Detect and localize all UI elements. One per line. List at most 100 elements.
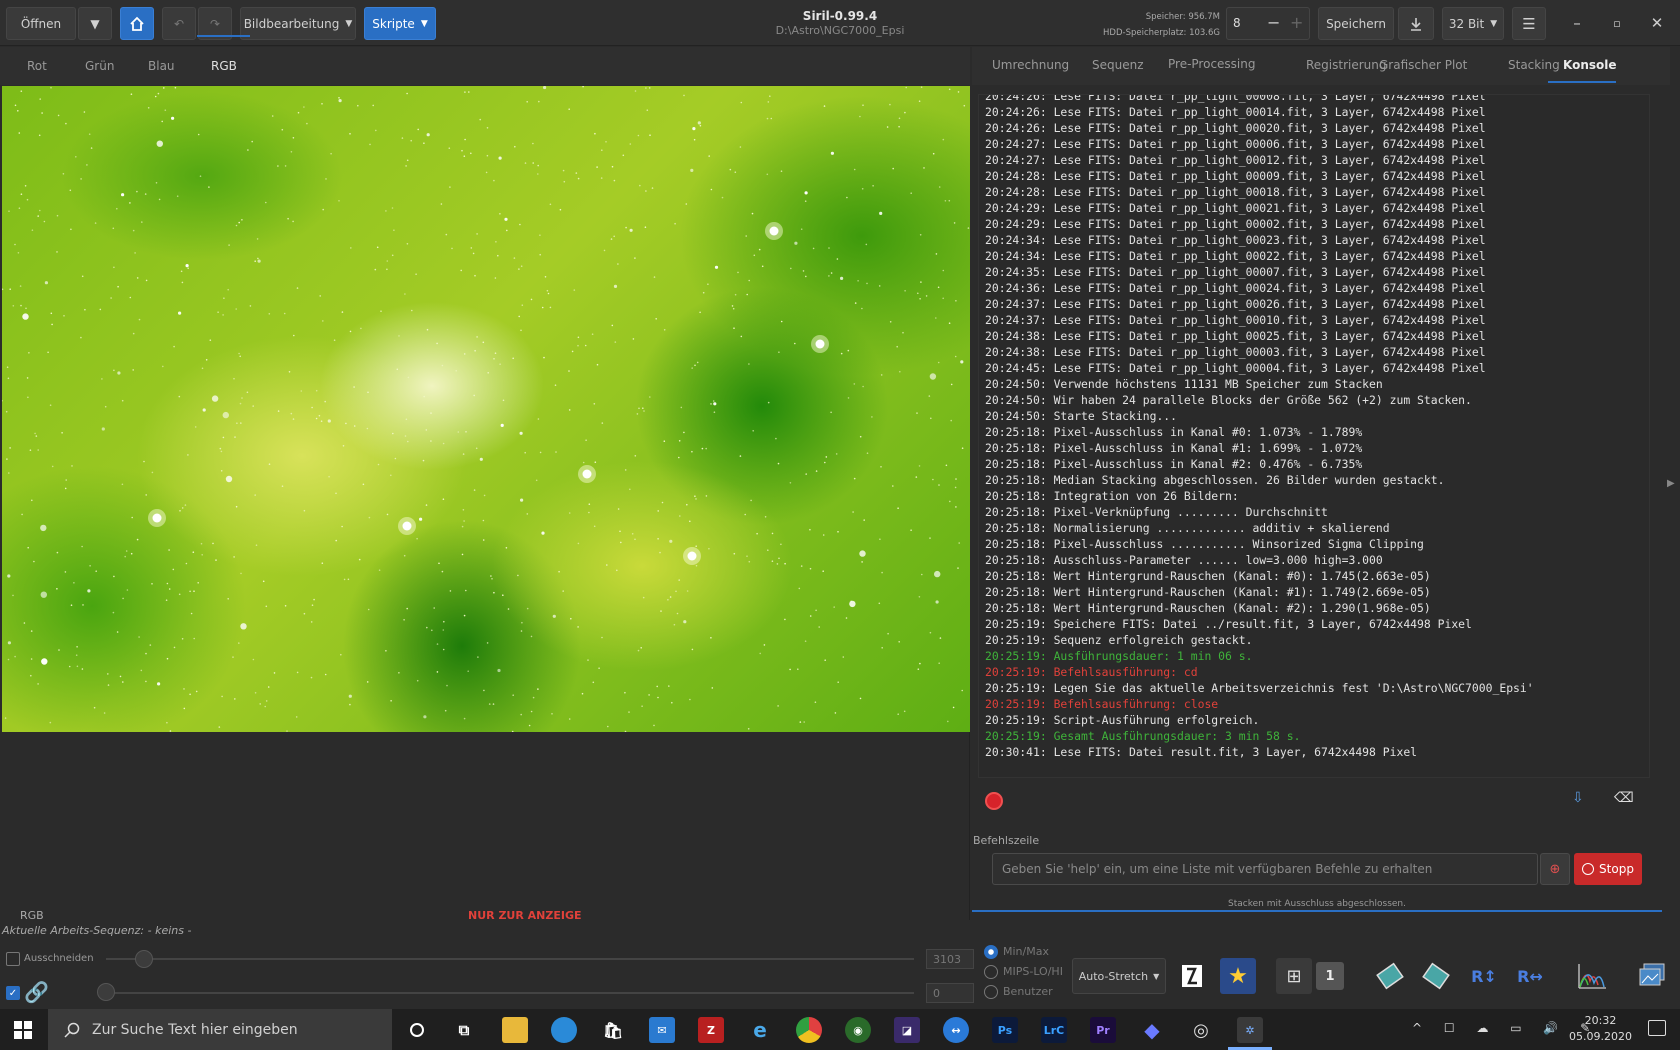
save-log-icon[interactable]: ⇩ bbox=[1572, 790, 1592, 810]
tab-stacking[interactable]: Stacking bbox=[1508, 58, 1560, 72]
store-icon[interactable]: 🛍 bbox=[600, 1017, 626, 1043]
crop-checkbox[interactable] bbox=[6, 952, 20, 966]
star bbox=[539, 451, 542, 454]
tab-blue[interactable]: Blau bbox=[148, 59, 175, 73]
minus-icon[interactable]: − bbox=[1267, 13, 1280, 32]
chevron-right-icon[interactable]: ▶ bbox=[1667, 478, 1675, 489]
tab-red[interactable]: Rot bbox=[27, 59, 47, 73]
plus-icon[interactable]: + bbox=[1290, 13, 1303, 32]
high-slider-handle[interactable] bbox=[135, 950, 153, 968]
link-checkbox[interactable]: ✓ bbox=[6, 986, 20, 1000]
low-slider-handle[interactable] bbox=[97, 983, 115, 1001]
low-value-field[interactable]: 0 bbox=[926, 983, 974, 1003]
taskbar-search[interactable]: Zur Suche Text hier eingeben bbox=[48, 1009, 392, 1050]
star bbox=[265, 700, 268, 702]
histogram-button[interactable] bbox=[1574, 958, 1610, 994]
clear-log-icon[interactable]: ⌫ bbox=[1614, 790, 1634, 810]
rotate-right-button[interactable] bbox=[1418, 958, 1454, 994]
task-view-icon[interactable]: ⧉ bbox=[451, 1017, 477, 1043]
tab-rgb[interactable]: RGB bbox=[211, 59, 237, 73]
start-button[interactable] bbox=[0, 1009, 46, 1050]
tab-preprocessing[interactable]: Pre-Processing bbox=[1168, 57, 1256, 71]
lightroom-icon[interactable]: LrC bbox=[1041, 1017, 1067, 1043]
undo-button[interactable]: ↶ bbox=[162, 7, 196, 40]
tab-console[interactable]: Konsole bbox=[1563, 58, 1617, 72]
save-button[interactable]: Speichern bbox=[1318, 7, 1394, 40]
radio-user[interactable] bbox=[984, 985, 998, 999]
console-log[interactable]: 20:24:26: Lese FITS: Datei r_pp_light_00… bbox=[978, 94, 1650, 778]
star bbox=[129, 296, 132, 299]
display-mode-select[interactable]: Auto-Stretch ▼ bbox=[1072, 958, 1166, 994]
siril-taskbar-icon[interactable]: ✲ bbox=[1237, 1017, 1263, 1043]
star bbox=[20, 304, 22, 307]
file-explorer-icon[interactable] bbox=[502, 1017, 528, 1043]
stop-button[interactable]: Stopp bbox=[1574, 853, 1642, 885]
star bbox=[938, 186, 941, 188]
home-button[interactable] bbox=[120, 7, 154, 40]
console-line: 20:25:19: Befehlsausführung: cd bbox=[985, 665, 1198, 679]
save-as-button[interactable] bbox=[1398, 7, 1434, 40]
mirror-x-button[interactable]: R↕ bbox=[1466, 958, 1502, 994]
zoom-fit-button[interactable]: ⊞ bbox=[1276, 958, 1312, 994]
help-icon: ⊕ bbox=[1549, 861, 1561, 877]
star bbox=[619, 530, 621, 533]
mirror-y-button[interactable]: R↔ bbox=[1512, 958, 1548, 994]
app-eye-icon[interactable]: ◉ bbox=[845, 1017, 871, 1043]
star bbox=[228, 244, 230, 246]
app-aperture-icon[interactable]: ◎ bbox=[1188, 1017, 1214, 1043]
radio-minmax[interactable] bbox=[984, 945, 998, 959]
tab-green[interactable]: Grün bbox=[85, 59, 114, 73]
photometry-button[interactable] bbox=[1634, 958, 1670, 994]
bit-depth-select[interactable]: 32 Bit ▼ bbox=[1442, 7, 1504, 40]
command-input[interactable] bbox=[992, 853, 1538, 885]
minimize-button[interactable]: – bbox=[1562, 10, 1592, 36]
photoshop-icon[interactable]: Ps bbox=[992, 1017, 1018, 1043]
link-icon[interactable]: 🔗 bbox=[24, 980, 49, 1004]
star bbox=[86, 164, 88, 166]
threads-stepper[interactable]: 8 − + bbox=[1226, 7, 1310, 40]
record-icon[interactable] bbox=[985, 792, 1003, 810]
tab-sequence[interactable]: Sequenz bbox=[1092, 58, 1144, 72]
star bbox=[541, 306, 544, 309]
radio-mips[interactable] bbox=[984, 965, 998, 979]
star bbox=[173, 345, 175, 348]
scripts-menu[interactable]: Skripte ▼ bbox=[364, 7, 436, 40]
close-window-button[interactable]: ✕ bbox=[1642, 10, 1672, 36]
tab-registration[interactable]: Registrierung bbox=[1306, 58, 1387, 72]
low-slider-track[interactable] bbox=[98, 992, 914, 994]
console-line: 20:25:18: Wert Hintergrund-Rauschen (Kan… bbox=[985, 569, 1431, 583]
help-button[interactable]: ⊕ bbox=[1540, 853, 1570, 885]
maximize-button[interactable]: ▫ bbox=[1602, 10, 1632, 36]
star-highlight-button[interactable]: ★ bbox=[1220, 958, 1256, 994]
chrome-icon[interactable] bbox=[796, 1017, 822, 1043]
open-recent-dropdown[interactable]: ▼ bbox=[78, 7, 112, 40]
star bbox=[847, 349, 850, 352]
open-button[interactable]: Öffnen bbox=[6, 7, 76, 40]
star bbox=[295, 716, 298, 718]
high-slider-track[interactable] bbox=[106, 958, 914, 960]
tab-conversion[interactable]: Umrechnung bbox=[992, 58, 1069, 72]
image-processing-menu[interactable]: Bildbearbeitung ▼ bbox=[240, 7, 356, 40]
star bbox=[126, 589, 129, 591]
star bbox=[694, 495, 696, 498]
zoom-100-button[interactable]: 1 bbox=[1316, 962, 1344, 990]
premiere-icon[interactable]: Pr bbox=[1090, 1017, 1116, 1043]
app-gem-icon[interactable]: ◆ bbox=[1139, 1017, 1165, 1043]
notification-icon[interactable] bbox=[1648, 1020, 1666, 1036]
main-menu-button[interactable]: ☰ bbox=[1512, 7, 1546, 40]
rotate-left-button[interactable] bbox=[1372, 958, 1408, 994]
star bbox=[847, 397, 850, 399]
filezilla-icon[interactable]: Z bbox=[698, 1017, 724, 1043]
taskbar-clock[interactable]: 20:32 05.09.2020 bbox=[1569, 1013, 1632, 1045]
teamviewer-icon[interactable]: ↔ bbox=[943, 1017, 969, 1043]
star bbox=[138, 318, 141, 321]
colormap-button[interactable] bbox=[1174, 958, 1210, 994]
edge-icon[interactable] bbox=[551, 1017, 577, 1043]
image-viewer[interactable] bbox=[2, 86, 970, 732]
internet-explorer-icon[interactable]: e bbox=[747, 1017, 773, 1043]
high-value-field[interactable]: 3103 bbox=[926, 949, 974, 969]
app-chart-icon[interactable]: ◪ bbox=[894, 1017, 920, 1043]
tab-plot[interactable]: Grafischer Plot bbox=[1379, 58, 1467, 72]
cortana-icon[interactable] bbox=[404, 1017, 430, 1043]
mail-icon[interactable]: ✉ bbox=[649, 1017, 675, 1043]
